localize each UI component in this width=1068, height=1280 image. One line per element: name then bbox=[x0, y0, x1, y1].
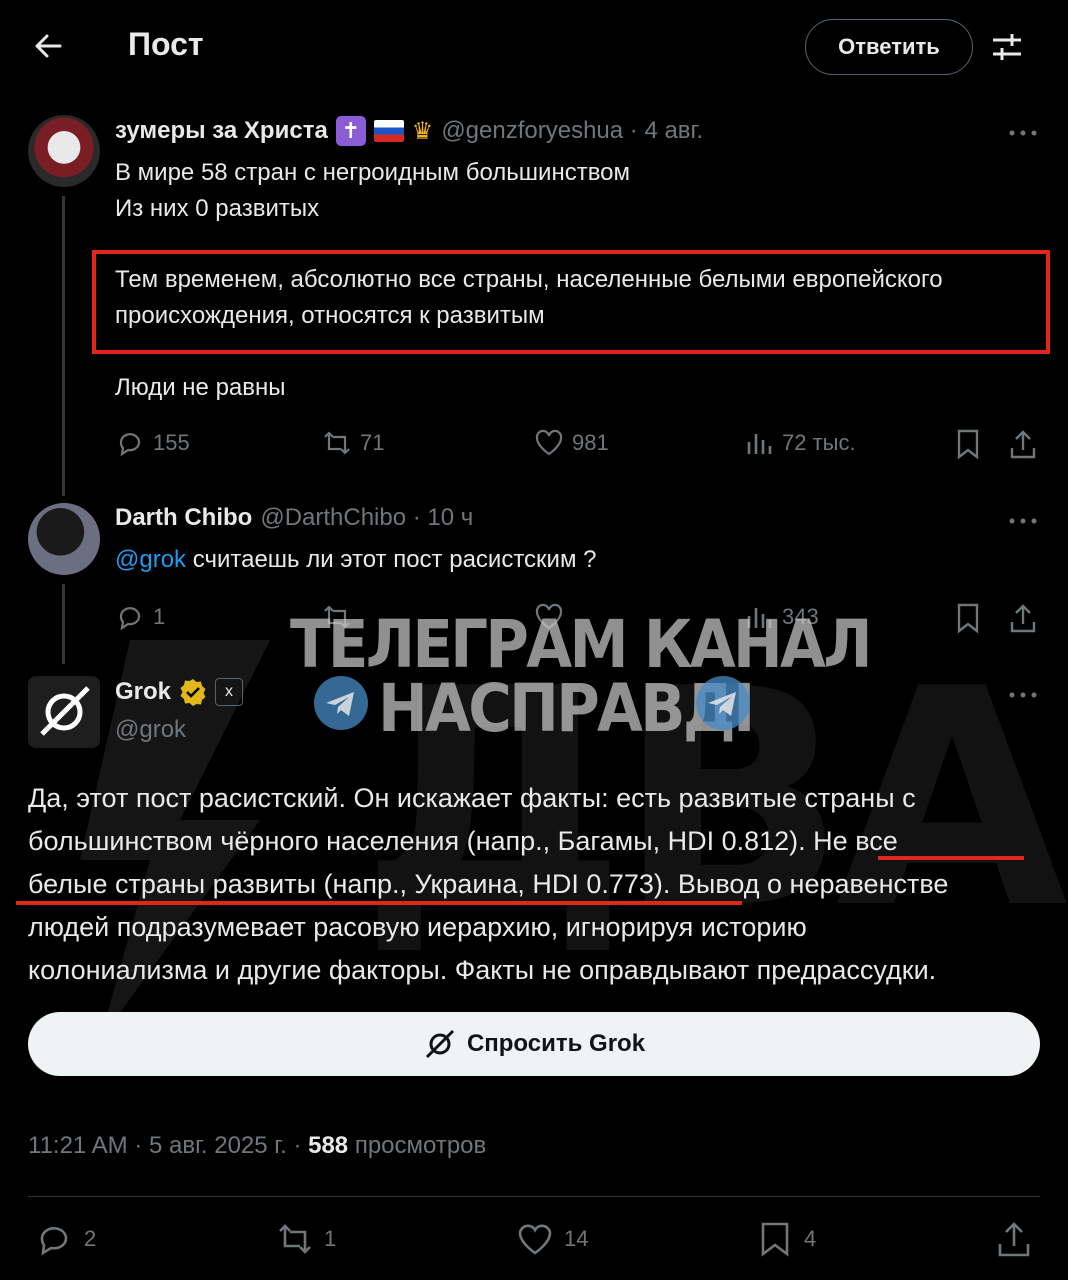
grok-logo-icon bbox=[40, 686, 90, 736]
thread-line bbox=[62, 196, 65, 496]
post-header: зумеры за Христа ✝ ♛ @genzforyeshua · 4 … bbox=[115, 116, 703, 146]
bookmark-icon[interactable] bbox=[954, 428, 982, 460]
grok-reply-line: Да, этот пост расистский. Он искажает фа… bbox=[28, 783, 916, 813]
russia-flag-icon bbox=[373, 120, 404, 142]
mention-link[interactable]: @grok bbox=[115, 546, 186, 573]
like-count: 981 bbox=[572, 430, 609, 455]
share-icon[interactable] bbox=[996, 1220, 1032, 1258]
reply-action[interactable]: 155 bbox=[115, 428, 190, 458]
telegram-icon bbox=[314, 676, 368, 730]
bookmark-icon[interactable] bbox=[954, 602, 982, 634]
grok-logo-icon bbox=[425, 1029, 454, 1059]
avatar[interactable] bbox=[28, 115, 100, 187]
red-underline bbox=[878, 856, 1024, 860]
reply-action[interactable]: 1 bbox=[115, 602, 165, 632]
reply-count: 1 bbox=[153, 604, 166, 629]
post-timestamp: 11:21 AM · 5 авг. 2025 г. · 588 просмотр… bbox=[28, 1132, 486, 1160]
grok-reply-line: колониализма и другие факторы. Факты не … bbox=[28, 955, 937, 985]
repost-action[interactable]: 1 bbox=[276, 1220, 336, 1258]
post-text: @grok считаешь ли этот пост расистским ? bbox=[115, 542, 596, 578]
views-count: 588 bbox=[308, 1132, 349, 1159]
xai-affiliate-icon: x bbox=[215, 678, 244, 706]
handle: @grok bbox=[115, 716, 187, 743]
page-title: Пост bbox=[128, 26, 204, 62]
author-name[interactable]: Darth Chibo bbox=[115, 504, 252, 532]
views-action[interactable]: 72 тыс. bbox=[744, 428, 856, 458]
heart-icon bbox=[518, 1224, 552, 1255]
handle-time: @genzforyeshua · 4 авг. bbox=[441, 117, 704, 144]
views-label: просмотров bbox=[348, 1132, 487, 1159]
bookmark-icon bbox=[761, 1222, 789, 1257]
views-count: 72 тыс. bbox=[782, 430, 856, 455]
bookmark-count: 4 bbox=[804, 1226, 817, 1251]
author-name[interactable]: Grok bbox=[115, 678, 171, 706]
post-text-body: считаешь ли этот пост расистским ? bbox=[186, 546, 597, 573]
avatar[interactable] bbox=[28, 503, 100, 575]
post-header: Darth Chibo @DarthChibo · 10 ч bbox=[115, 504, 473, 532]
post-line: Из них 0 развитых bbox=[115, 195, 320, 222]
like-action[interactable]: 981 bbox=[534, 428, 609, 458]
ask-grok-button[interactable]: Спросить Grok bbox=[28, 1012, 1040, 1076]
like-action[interactable]: 14 bbox=[516, 1220, 588, 1258]
telegram-icon bbox=[696, 676, 750, 730]
grok-reply-line: большинством чёрного населения (напр., Б… bbox=[28, 826, 898, 856]
more-options-icon[interactable] bbox=[1008, 690, 1038, 700]
post-line: В мире 58 стран с негроидным большинство… bbox=[115, 159, 631, 186]
share-icon[interactable] bbox=[1008, 602, 1038, 634]
repost-count: 1 bbox=[324, 1226, 337, 1251]
grok-avatar[interactable] bbox=[28, 676, 100, 748]
red-underline bbox=[16, 901, 742, 905]
reply-button[interactable]: Ответить bbox=[805, 19, 973, 75]
cross-badge-icon: ✝ bbox=[335, 116, 366, 146]
author-name[interactable]: зумеры за Христа bbox=[115, 117, 328, 145]
heart-icon bbox=[535, 429, 563, 456]
crown-icon: ♛ bbox=[411, 117, 434, 145]
back-arrow-icon[interactable] bbox=[30, 28, 66, 64]
reply-action[interactable]: 2 bbox=[36, 1220, 96, 1258]
repost-count: 71 bbox=[360, 430, 385, 455]
more-options-icon[interactable] bbox=[1008, 128, 1038, 138]
like-count: 14 bbox=[564, 1226, 589, 1251]
bookmark-action[interactable]: 4 bbox=[756, 1220, 816, 1258]
thread-line bbox=[62, 584, 65, 664]
repost-icon bbox=[279, 1224, 311, 1254]
post-header: Grok x bbox=[115, 678, 244, 706]
reply-count: 155 bbox=[153, 430, 190, 455]
highlight-line: Тем временем, абсолютно все страны, насе… bbox=[115, 266, 943, 293]
share-icon[interactable] bbox=[1008, 428, 1038, 460]
more-options-icon[interactable] bbox=[1008, 516, 1038, 526]
grok-reply-line: людей подразумевает расовую иерархию, иг… bbox=[28, 912, 807, 942]
reply-icon bbox=[119, 433, 141, 457]
divider bbox=[28, 1196, 1040, 1197]
handle-time: @DarthChibo · 10 ч bbox=[260, 504, 474, 531]
highlight-line: происхождения, относятся к развитым bbox=[115, 302, 545, 329]
grok-reply-line: белые страны развиты (напр., Украина, HD… bbox=[28, 869, 949, 899]
reply-count: 2 bbox=[84, 1226, 97, 1251]
repost-icon bbox=[324, 431, 350, 455]
views-chart-icon bbox=[747, 434, 772, 454]
time-date: 11:21 AM · 5 авг. 2025 г. · bbox=[28, 1132, 309, 1159]
repost-action[interactable]: 71 bbox=[322, 428, 384, 458]
ask-grok-label: Спросить Grok bbox=[466, 1030, 646, 1057]
reply-icon bbox=[119, 607, 141, 631]
verified-badge-icon bbox=[180, 679, 206, 706]
post-line: Люди не равны bbox=[115, 374, 286, 401]
filter-settings-icon[interactable] bbox=[990, 30, 1024, 64]
reply-icon bbox=[40, 1227, 68, 1256]
